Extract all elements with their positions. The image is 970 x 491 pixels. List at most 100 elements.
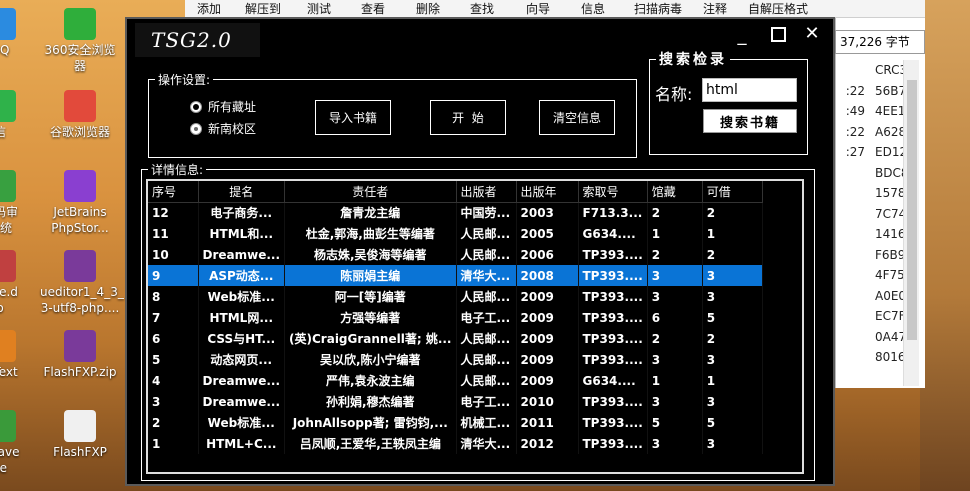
desktop-icon[interactable]: 360安全浏览器: [40, 8, 120, 74]
archive-file-time: :27: [845, 145, 865, 159]
table-cell: 1: [148, 433, 199, 454]
tsg-main-window: TSG2.0 _ ✕ 操作设置: 所有藏址 新南校区 导入书籍 开 始 清空信息…: [125, 17, 835, 486]
table-cell: 11: [148, 223, 199, 244]
maximize-icon: [770, 27, 786, 42]
desktop-icon[interactable]: ueditor1_4_3_ 3-utf8-php....: [40, 250, 124, 316]
table-row[interactable]: 5 动态网页... 吴以欣,陈小宁编著 人民邮... 2009 TP393.... 3 3: [148, 349, 763, 370]
archive-toolbar-item[interactable]: 添加: [197, 0, 221, 17]
column-header[interactable]: 索取号: [578, 181, 648, 203]
table-row[interactable]: 4 Dreamwe... 严伟,袁永波主编 人民邮... 2009 G634.... 1 1: [148, 370, 763, 391]
archive-toolbar-item[interactable]: 查找: [470, 0, 494, 17]
table-row[interactable]: 3 Dreamwe... 孙利娟,穆杰编著 电子工... 2010 TP393.... 3 3: [148, 391, 763, 412]
desktop-icon-label: JetBrains PhpStor...: [51, 205, 109, 235]
archive-size-field[interactable]: 37,226 字节: [835, 30, 925, 54]
table-row[interactable]: 2 Web标准... JohnAllsopp著; 雷钧钧,... 机械工... 2011…: [148, 412, 763, 433]
table-cell: 1: [647, 370, 703, 391]
table-cell: 人民邮...: [456, 370, 517, 391]
table-row[interactable]: 12 电子商务... 詹青龙主编 中国劳... 2003 F713.3... 2 2: [148, 202, 763, 223]
close-icon: ✕: [804, 23, 820, 44]
table-cell: 人民邮...: [456, 286, 517, 307]
column-header[interactable]: 责任者: [284, 181, 457, 203]
books-table-container[interactable]: 序号 提名 责任者 出版者 出版年 索取号 馆藏 可借 12 电子商务... 詹青龙…: [146, 179, 804, 474]
table-cell: 电子工...: [456, 391, 517, 412]
table-row[interactable]: 7 HTML网... 方强等编著 电子工... 2009 TP393.... 6 5: [148, 307, 763, 328]
radio-all-locations[interactable]: 所有藏址: [190, 98, 256, 115]
table-cell: 阿一[等]编著: [284, 286, 457, 307]
archive-toolbar-item[interactable]: 删除: [416, 0, 440, 17]
table-row[interactable]: 6 CSS与HT... (英)CraigGrannell著; 姚... 人民邮... 2…: [148, 328, 763, 349]
archive-toolbar-item[interactable]: 解压到: [245, 0, 281, 17]
table-cell: 9: [148, 265, 199, 286]
column-header[interactable]: 馆藏: [647, 181, 703, 203]
minimize-button[interactable]: _: [727, 25, 757, 46]
archive-scrollbar[interactable]: [903, 60, 919, 386]
table-row[interactable]: 9 ASP动态... 陈丽娟主编 清华大... 2008 TP393.... 3 3: [148, 265, 763, 286]
desktop-icon[interactable]: QQ: [0, 8, 40, 58]
table-cell: 1: [647, 223, 703, 244]
desktop-wallpaper-right: [920, 0, 970, 491]
desktop-icon-label: FlashFXP.zip: [43, 365, 117, 379]
table-cell: 吕凤顺,王爱华,王轶凤主编: [284, 433, 457, 454]
table-cell: 2009: [516, 307, 579, 328]
desktop-icon[interactable]: 代码审 系统: [0, 170, 40, 236]
close-button[interactable]: ✕: [797, 23, 827, 44]
table-cell: 2006: [516, 244, 579, 265]
app-icon: [64, 250, 96, 282]
desktop-icon[interactable]: 信: [0, 90, 40, 140]
table-cell: 严伟,袁永波主编: [284, 370, 457, 391]
table-cell: 7: [148, 307, 199, 328]
table-cell: 2012: [516, 433, 579, 454]
desktop-icon[interactable]: FlashFXP: [40, 410, 120, 460]
table-cell: 陈丽娟主编: [284, 265, 457, 286]
desktop-icon[interactable]: weave xe: [0, 410, 40, 476]
table-cell: 5: [647, 412, 703, 433]
archive-scroll-thumb[interactable]: [907, 80, 917, 340]
table-cell: 3: [647, 349, 703, 370]
maximize-button[interactable]: [763, 23, 793, 47]
table-cell: 5: [702, 307, 763, 328]
table-cell: 2008: [516, 265, 579, 286]
desktop-icon[interactable]: vice.d o: [0, 250, 40, 316]
table-cell: 2: [148, 412, 199, 433]
table-header-row: 序号 提名 责任者 出版者 出版年 索取号 馆藏 可借: [148, 181, 763, 203]
column-header[interactable]: 序号: [148, 181, 199, 203]
table-cell: 6: [148, 328, 199, 349]
archive-toolbar-item[interactable]: 自解压格式: [748, 0, 808, 17]
archive-toolbar-item[interactable]: 查看: [361, 0, 385, 17]
desktop-icon[interactable]: 谷歌浏览器: [40, 90, 120, 140]
app-icon: [64, 410, 96, 442]
table-row[interactable]: 8 Web标准... 阿一[等]编著 人民邮... 2009 TP393.... 3 3: [148, 286, 763, 307]
column-header[interactable]: 提名: [198, 181, 286, 203]
desktop-icon[interactable]: e Text: [0, 330, 40, 380]
archive-toolbar-item[interactable]: 信息: [581, 0, 605, 17]
table-cell: TP393....: [578, 391, 648, 412]
table-cell: 3: [647, 265, 703, 286]
column-header[interactable]: 可借: [702, 181, 763, 203]
column-header[interactable]: 出版年: [516, 181, 579, 203]
search-books-button[interactable]: 搜索书籍: [703, 109, 797, 133]
desktop-icon[interactable]: FlashFXP.zip: [40, 330, 120, 380]
import-books-button[interactable]: 导入书籍: [315, 100, 391, 135]
archive-size-text: 37,226 字节: [840, 35, 910, 49]
desktop-icon-label: QQ: [0, 43, 10, 57]
table-row[interactable]: 1 HTML+C... 吕凤顺,王爱华,王轶凤主编 清华大... 2012 TP393..…: [148, 433, 763, 454]
table-row[interactable]: 10 Dreamwe... 杨志姝,吴俊海等编著 人民邮... 2006 TP393...…: [148, 244, 763, 265]
archive-toolbar-item[interactable]: 测试: [307, 0, 331, 17]
table-cell: 3: [702, 286, 763, 307]
desktop-icon[interactable]: JetBrains PhpStor...: [40, 170, 120, 236]
archive-toolbar-item[interactable]: 向导: [526, 0, 550, 17]
column-header[interactable]: 出版者: [456, 181, 517, 203]
archive-toolbar-item[interactable]: 注释: [703, 0, 727, 17]
search-input[interactable]: [702, 78, 797, 102]
radio-south-campus[interactable]: 新南校区: [190, 120, 256, 137]
table-cell: Web标准...: [198, 412, 286, 433]
table-cell: 2: [647, 328, 703, 349]
table-row[interactable]: 11 HTML和... 杜金,郭海,曲彭生等编著 人民邮... 2005 G634....…: [148, 223, 763, 244]
archive-file-time: [835, 224, 865, 245]
archive-toolbar-item[interactable]: 扫描病毒: [634, 0, 682, 17]
start-button[interactable]: 开 始: [430, 100, 506, 135]
clear-info-button[interactable]: 清空信息: [539, 100, 615, 135]
table-cell: 4: [148, 370, 199, 391]
table-cell: 2009: [516, 286, 579, 307]
app-icon: [0, 250, 16, 282]
